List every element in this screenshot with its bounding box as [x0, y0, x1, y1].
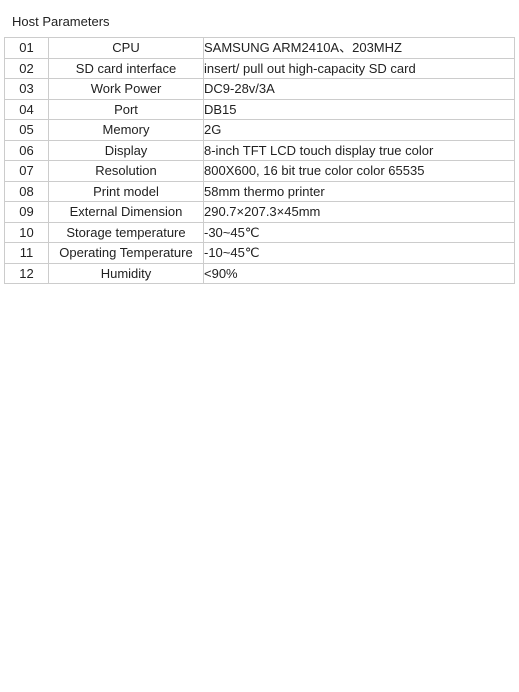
table-row: 02SD card interfaceinsert/ pull out high…	[5, 58, 515, 79]
table-row: 11Operating Temperature-10~45℃	[5, 243, 515, 264]
row-number: 12	[5, 263, 49, 284]
page-wrapper: Host Parameters 01CPUSAMSUNG ARM2410A、20…	[0, 0, 519, 292]
table-row: 09External Dimension290.7×207.3×45mm	[5, 202, 515, 223]
row-label: Humidity	[49, 263, 204, 284]
row-number: 06	[5, 140, 49, 161]
table-row: 03Work PowerDC9-28v/3A	[5, 79, 515, 100]
row-label: Storage temperature	[49, 222, 204, 243]
row-label: Memory	[49, 120, 204, 141]
row-value: 8-inch TFT LCD touch display true color	[204, 140, 515, 161]
row-value: -10~45℃	[204, 243, 515, 264]
row-number: 08	[5, 181, 49, 202]
row-value: insert/ pull out high-capacity SD card	[204, 58, 515, 79]
row-label: Work Power	[49, 79, 204, 100]
row-value: DB15	[204, 99, 515, 120]
table-row: 08Print model58mm thermo printer	[5, 181, 515, 202]
row-value: 290.7×207.3×45mm	[204, 202, 515, 223]
row-label: CPU	[49, 38, 204, 59]
table-row: 10Storage temperature-30~45℃	[5, 222, 515, 243]
row-number: 10	[5, 222, 49, 243]
row-number: 03	[5, 79, 49, 100]
row-value: 2G	[204, 120, 515, 141]
row-label: Print model	[49, 181, 204, 202]
row-label: Resolution	[49, 161, 204, 182]
table-row: 06Display8-inch TFT LCD touch display tr…	[5, 140, 515, 161]
row-value: SAMSUNG ARM2410A、203MHZ	[204, 38, 515, 59]
row-value: DC9-28v/3A	[204, 79, 515, 100]
header-title: Host Parameters	[12, 14, 110, 29]
row-value: -30~45℃	[204, 222, 515, 243]
row-number: 11	[5, 243, 49, 264]
row-value: 800X600, 16 bit true color color 65535	[204, 161, 515, 182]
table-row: 04PortDB15	[5, 99, 515, 120]
row-number: 05	[5, 120, 49, 141]
row-number: 04	[5, 99, 49, 120]
row-value: <90%	[204, 263, 515, 284]
page-header: Host Parameters	[4, 8, 515, 37]
row-label: External Dimension	[49, 202, 204, 223]
row-number: 07	[5, 161, 49, 182]
table-row: 07Resolution800X600, 16 bit true color c…	[5, 161, 515, 182]
row-number: 01	[5, 38, 49, 59]
table-row: 01CPUSAMSUNG ARM2410A、203MHZ	[5, 38, 515, 59]
row-label: Display	[49, 140, 204, 161]
row-value: 58mm thermo printer	[204, 181, 515, 202]
row-label: Operating Temperature	[49, 243, 204, 264]
table-row: 12Humidity<90%	[5, 263, 515, 284]
table-row: 05Memory2G	[5, 120, 515, 141]
row-number: 02	[5, 58, 49, 79]
row-label: Port	[49, 99, 204, 120]
row-label: SD card interface	[49, 58, 204, 79]
row-number: 09	[5, 202, 49, 223]
params-table: 01CPUSAMSUNG ARM2410A、203MHZ02SD card in…	[4, 37, 515, 284]
